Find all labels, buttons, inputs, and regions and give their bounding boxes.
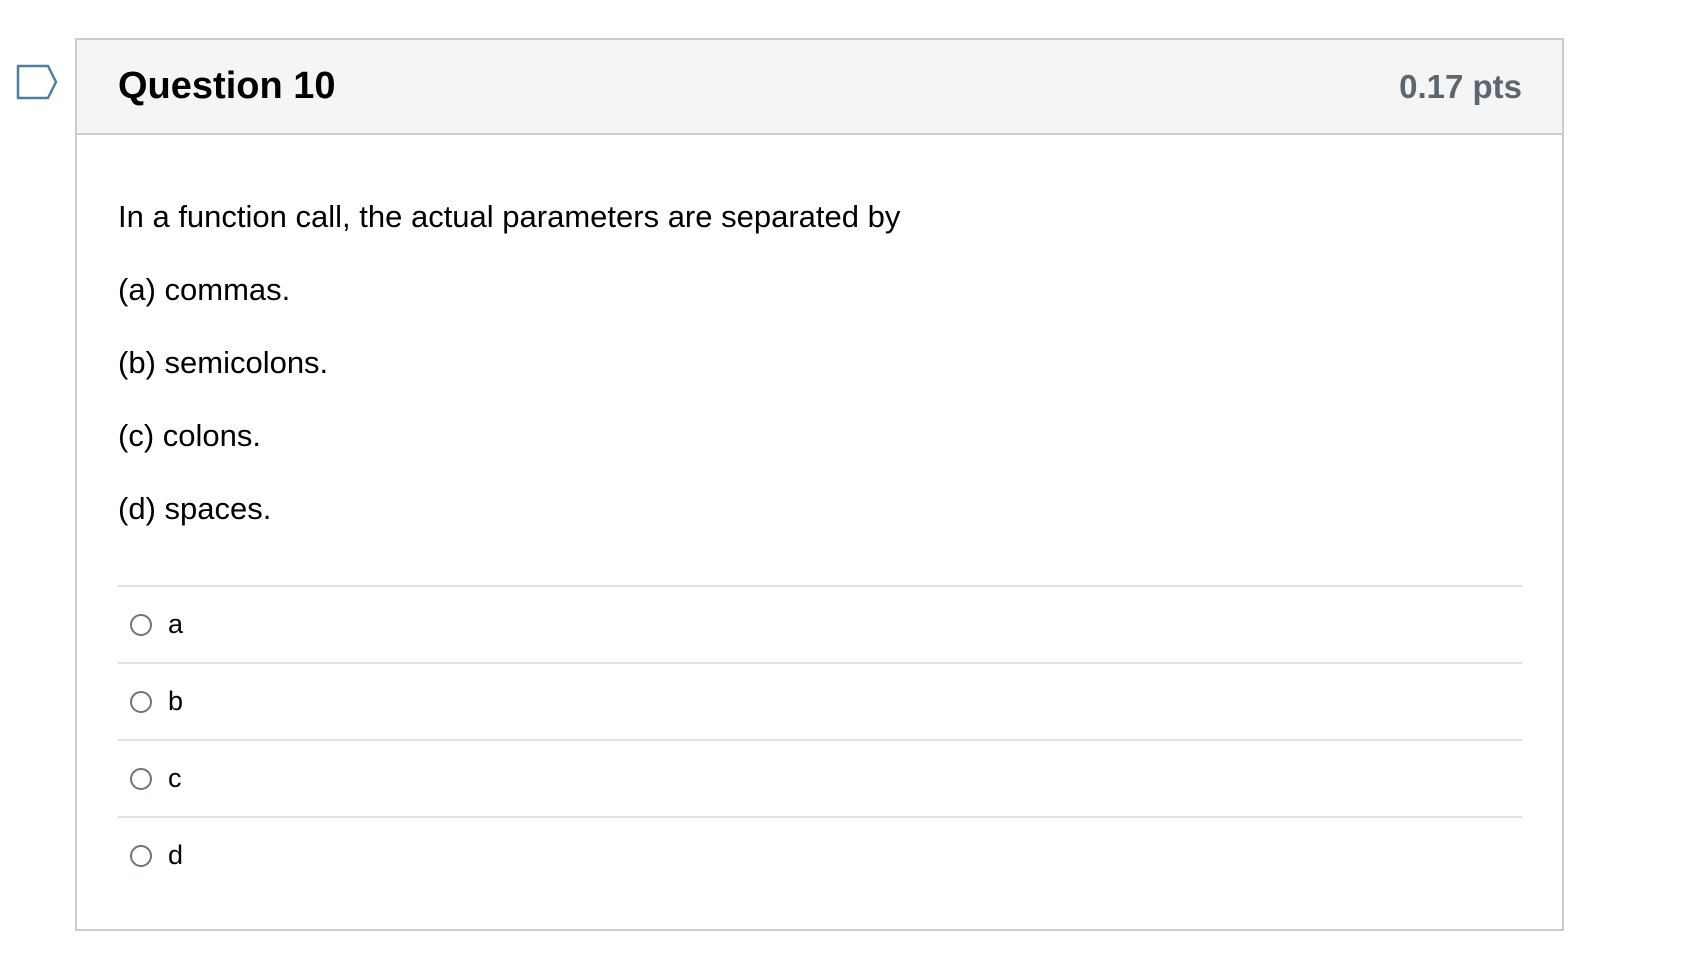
question-title: Question 10: [118, 65, 336, 107]
question-header: Question 10 0.17 pts: [77, 40, 1562, 135]
question-prompt: In a function call, the actual parameter…: [118, 199, 901, 234]
answer-option-a[interactable]: a: [118, 587, 1522, 664]
question-card: Question 10 0.17 pts In a function call,…: [75, 38, 1564, 931]
flag-question-icon[interactable]: [16, 64, 58, 100]
answer-list: a b c d: [118, 585, 1522, 893]
choice-text-c: (c) colons.: [118, 418, 261, 453]
answer-label-d: d: [168, 840, 184, 870]
answer-option-c[interactable]: c: [118, 741, 1522, 818]
radio-button-a[interactable]: [130, 613, 152, 636]
question-body: In a function call, the actual parameter…: [77, 135, 1562, 893]
answer-option-b[interactable]: b: [118, 664, 1522, 741]
radio-button-b[interactable]: [130, 690, 152, 713]
radio-button-c[interactable]: [130, 767, 152, 790]
answer-label-c: c: [168, 763, 182, 793]
question-points: 0.17 pts: [1399, 67, 1522, 105]
answer-label-b: b: [168, 686, 184, 716]
answer-option-d[interactable]: d: [118, 818, 1522, 893]
question-text: In a function call, the actual parameter…: [118, 199, 1522, 527]
radio-button-d[interactable]: [130, 844, 152, 867]
answer-label-a: a: [168, 609, 184, 639]
choice-text-b: (b) semicolons.: [118, 345, 329, 380]
choice-text-d: (d) spaces.: [118, 491, 272, 526]
choice-text-a: (a) commas.: [118, 272, 291, 307]
